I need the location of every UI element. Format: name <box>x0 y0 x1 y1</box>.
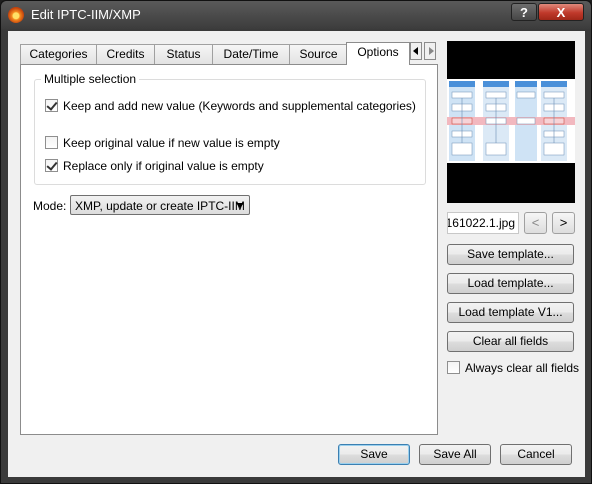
multiple-selection-group: Multiple selection Keep and add new valu… <box>34 72 426 185</box>
previous-image-button[interactable]: < <box>524 212 547 234</box>
chevron-down-icon <box>236 203 244 208</box>
always-clear-checkbox[interactable] <box>447 361 460 374</box>
image-preview <box>447 41 575 203</box>
load-template-v1-button[interactable]: Load template V1... <box>447 302 574 323</box>
mode-select[interactable]: XMP, update or create IPTC-IIM <box>70 195 250 215</box>
preview-thumbnail <box>447 79 575 163</box>
tab-status[interactable]: Status <box>154 44 213 64</box>
save-template-button[interactable]: Save template... <box>447 244 574 265</box>
tab-categories[interactable]: Categories <box>20 44 97 64</box>
keep-original-label: Keep original value if new value is empt… <box>63 136 280 150</box>
load-template-button[interactable]: Load template... <box>447 273 574 294</box>
options-panel: Multiple selection Keep and add new valu… <box>20 64 438 435</box>
next-image-button[interactable]: > <box>552 212 575 234</box>
replace-only-checkbox[interactable] <box>45 159 58 172</box>
arrow-right-icon[interactable] <box>424 42 436 60</box>
keep-original-checkbox[interactable] <box>45 136 58 149</box>
mode-label: Mode: <box>33 199 67 213</box>
dialog-window: Edit IPTC-IIM/XMP ? X Categories Credits… <box>0 0 592 484</box>
tab-options[interactable]: Options <box>346 42 410 65</box>
tab-source[interactable]: Source <box>289 44 348 64</box>
save-button[interactable]: Save <box>338 444 410 465</box>
always-clear-label: Always clear all fields <box>465 361 580 375</box>
save-all-button[interactable]: Save All <box>419 444 491 465</box>
close-button[interactable]: X <box>538 3 584 21</box>
filename-field: 161022.1.jpg <box>447 212 519 234</box>
help-button[interactable]: ? <box>511 3 537 21</box>
cancel-button[interactable]: Cancel <box>500 444 572 465</box>
replace-only-label: Replace only if original value is empty <box>63 159 264 173</box>
tab-credits[interactable]: Credits <box>96 44 155 64</box>
keep-and-add-label: Keep and add new value (Keywords and sup… <box>63 99 416 113</box>
filename-text: 161022.1.jpg <box>447 216 515 230</box>
tab-date-time[interactable]: Date/Time <box>212 44 290 64</box>
clear-all-fields-button[interactable]: Clear all fields <box>447 331 574 352</box>
group-title: Multiple selection <box>41 72 140 86</box>
app-icon <box>8 7 24 23</box>
arrow-left-icon[interactable] <box>410 42 422 60</box>
mode-value: XMP, update or create IPTC-IIM <box>75 199 245 213</box>
title-bar[interactable]: Edit IPTC-IIM/XMP ? X <box>1 1 591 29</box>
window-title: Edit IPTC-IIM/XMP <box>31 7 141 22</box>
keep-and-add-checkbox[interactable] <box>45 99 58 112</box>
dialog-body: Categories Credits Status Date/Time Sour… <box>8 31 585 477</box>
